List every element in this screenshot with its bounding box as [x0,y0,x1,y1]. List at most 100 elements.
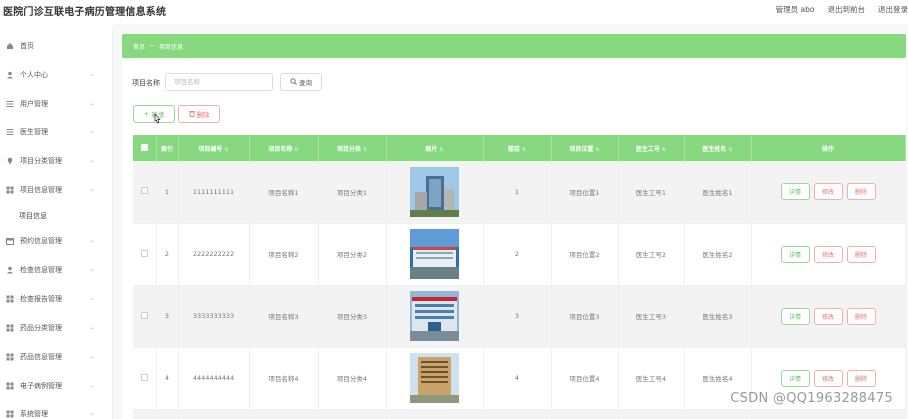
watermark: CSDN @QQ1963288475 [730,391,893,406]
cell-name: 项目名称2 [249,223,319,286]
cell-code: 3333333333 [178,285,250,348]
sort-icon: ⇅ [439,146,444,153]
edit-button[interactable]: 修改 [813,245,843,263]
sidebar-item-project-info[interactable]: 项目信息管理 ⌄ [0,180,113,200]
cell-location: 项目位置2 [551,223,619,286]
detail-button[interactable]: 详情 [780,307,810,325]
detail-button[interactable]: 详情 [780,183,810,201]
chevron-down-icon: ⌄ [89,100,95,107]
list-icon [6,128,14,136]
column-header[interactable]: 项目分类 ⇅ [318,135,387,161]
sidebar-item-doctors[interactable]: 医生管理 ⌄ [0,122,113,142]
back-to-front-link[interactable]: 退出到前台 [828,4,866,15]
column-header[interactable]: 图片 ⇅ [386,135,484,161]
cell-doctor-id: 医生工号3 [618,285,685,348]
sidebar-item-label: 项目信息管理 [20,186,62,194]
table-row: 3 3333333333 项目名称3 项目分类3 3 项目位置3 医生工号3 医… [133,285,906,348]
search-input[interactable]: 项目名称 [165,73,273,91]
column-header[interactable]: 医生姓名 ⇅ [684,135,752,161]
sidebar-item-exam-info[interactable]: 检查信息管理 ⌄ [0,260,113,280]
top-bar: 医院门诊互联电子病历管理信息系统 管理员 abo 退出到前台 退出登录 [0,0,908,24]
chevron-down-icon: ⌄ [89,266,95,273]
search-button[interactable]: 查询 [280,73,322,91]
app-title: 医院门诊互联电子病历管理信息系统 [3,7,167,18]
edit-button[interactable]: 修改 [813,307,843,325]
cell-doctor-id: 医生工号1 [618,161,685,224]
sidebar-item-project-category[interactable]: 项目分类管理 ⌄ [0,151,113,171]
logout-link[interactable]: 退出登录 [878,4,908,15]
sidebar-item-label: 系统管理 [20,410,48,418]
sidebar-item-appointments[interactable]: 预约信息管理 ⌄ [0,231,113,251]
sidebar-item-home[interactable]: 首页 [0,36,113,56]
delete-button-label: 删除 [196,111,210,119]
sidebar-item-label: 医生管理 [20,128,48,136]
chevron-down-icon: ⌄ [89,353,95,360]
batch-delete-button[interactable]: 删除 [178,105,220,123]
column-header: 操作 [751,135,906,161]
sidebar-item-exam-report[interactable]: 检查报告管理 ⌄ [0,289,113,309]
sidebar-item-personal[interactable]: 个人中心 ⌄ [0,65,113,85]
cell-index: 3 [156,285,179,348]
top-right-menu: 管理员 abo 退出到前台 退出登录 [776,4,908,15]
search-button-label: 查询 [299,79,312,87]
cell-location: 项目位置4 [551,347,619,410]
column-header[interactable]: 医生工号 ⇅ [618,135,685,161]
breadcrumb-current: 项目信息 [159,44,184,51]
sidebar-item-drug-info[interactable]: 药品信息管理 ⌄ [0,347,113,367]
select-all-checkbox[interactable] [133,135,157,161]
sidebar-item-label: 用户管理 [20,100,48,108]
cell-image [386,161,484,224]
delete-button[interactable]: 删除 [846,307,876,325]
column-header[interactable]: 项目名称 ⇅ [249,135,319,161]
grid-icon [6,353,14,361]
column-header[interactable]: 项目编号 ⇅ [178,135,250,161]
plus-icon: + [143,110,150,118]
cell-floor: 1 [483,161,552,224]
detail-button[interactable]: 详情 [780,369,810,387]
table-row [133,409,906,419]
detail-button[interactable]: 详情 [780,245,810,263]
chevron-down-icon: ⌄ [89,186,95,193]
sidebar-item-system[interactable]: 系统管理 ⌄ [0,404,113,419]
table-row: 2 2222222222 项目名称2 项目分类2 2 项目位置2 医生工号2 医… [133,223,906,286]
delete-button[interactable]: 删除 [846,245,876,263]
column-header[interactable]: 项目位置 ⇅ [551,135,619,161]
cell-name: 项目名称4 [249,347,319,410]
cell-floor: 3 [483,285,552,348]
list-icon [6,100,14,108]
delete-button[interactable]: 删除 [846,183,876,201]
cell-image [386,285,484,348]
column-header: 索引 [156,135,179,161]
content-panel: 项目名称 项目名称 查询 + 新增 删除 索引 项目编号 ⇅ 项目名称 ⇅ 项目… [122,60,906,419]
sidebar-item-label: 首页 [20,42,34,50]
sort-icon: ⇅ [595,146,600,153]
breadcrumb-home[interactable]: 首页 [133,42,145,51]
row-checkbox[interactable] [133,223,157,286]
hospital-building-image [410,229,459,279]
search-label: 项目名称 [132,79,160,87]
chevron-down-icon: ⌄ [89,157,95,164]
cell-image [386,347,484,410]
sidebar-item-label: 个人中心 [20,71,48,79]
delete-button[interactable]: 删除 [846,369,876,387]
cell-actions: 详情 修改 删除 [751,161,906,224]
sidebar-item-medical-records[interactable]: 电子病例管理 ⌄ [0,376,113,396]
sidebar-item-drug-category[interactable]: 药品分类管理 ⌄ [0,318,113,338]
cell-floor: 4 [483,347,552,410]
sort-icon: ⇅ [728,146,733,153]
sidebar-item-label: 项目分类管理 [20,157,62,165]
sort-icon: ⇅ [224,146,229,153]
cell-actions: 详情 修改 删除 [751,223,906,286]
row-checkbox[interactable] [133,161,157,224]
column-header[interactable]: 楼层 ⇅ [483,135,552,161]
sidebar-subitem-project-info[interactable]: 项目信息 [19,211,47,221]
sidebar-item-label: 检查信息管理 [20,266,62,274]
row-checkbox[interactable] [133,285,157,348]
cell-category: 项目分类4 [318,347,387,410]
edit-button[interactable]: 修改 [813,183,843,201]
cell-code: 2222222222 [178,223,250,286]
edit-button[interactable]: 修改 [813,369,843,387]
sidebar-item-users[interactable]: 用户管理 ⌄ [0,94,113,114]
row-checkbox[interactable] [133,347,157,410]
mouse-cursor-icon [154,113,161,124]
